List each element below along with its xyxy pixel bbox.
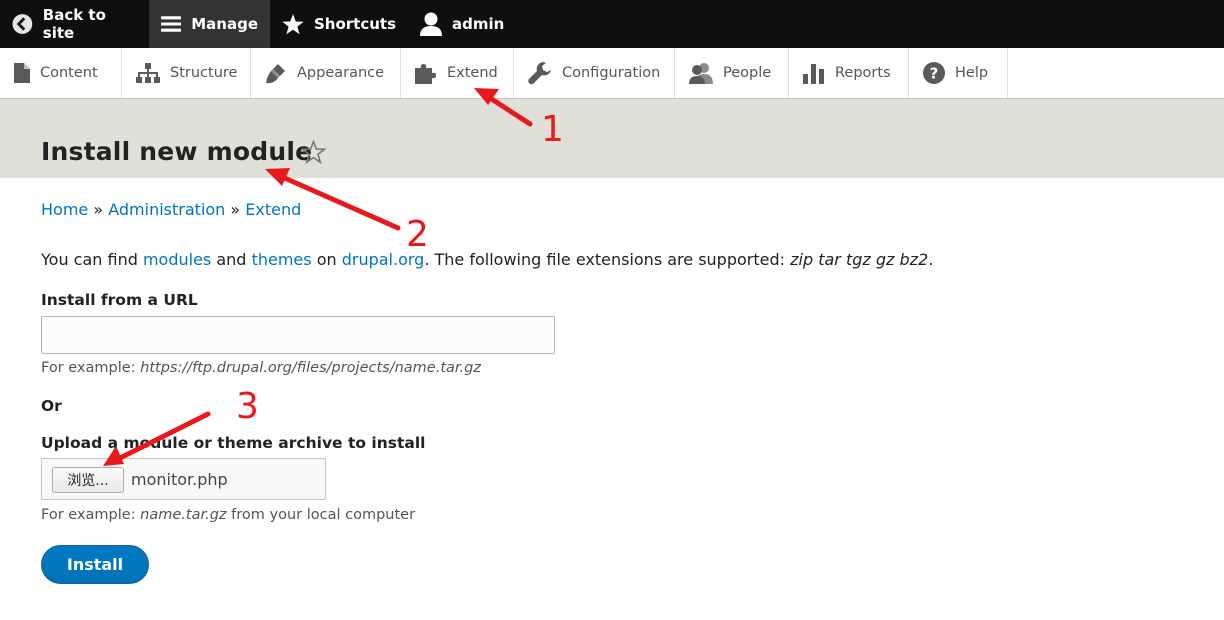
url-description: For example: https://ftp.drupal.org/file…	[41, 360, 481, 376]
tray-item-extend[interactable]: Extend	[401, 48, 514, 98]
intro-suffix: . The following file extensions are supp…	[424, 250, 786, 269]
upload-example-suffix: from your local computer	[231, 507, 416, 523]
tray-item-configuration[interactable]: Configuration	[514, 48, 675, 98]
breadcrumb-administration[interactable]: Administration	[108, 200, 225, 219]
upload-example-prefix: For example:	[41, 507, 136, 523]
install-button[interactable]: Install	[41, 545, 149, 584]
breadcrumb-home[interactable]: Home	[41, 200, 88, 219]
manage-tab[interactable]: Manage	[149, 0, 270, 48]
browse-button[interactable]: 浏览...	[52, 467, 124, 493]
structure-icon	[136, 63, 160, 83]
file-upload-field[interactable]: 浏览... monitor.php	[41, 458, 326, 500]
page-title: Install new module	[41, 137, 313, 166]
file-icon	[14, 63, 30, 83]
puzzle-icon	[415, 64, 436, 84]
tray-item-appearance[interactable]: Appearance	[251, 48, 401, 98]
help-icon: ?	[923, 62, 945, 84]
user-tab[interactable]: admin	[408, 0, 516, 48]
tray-item-label: Appearance	[297, 65, 385, 81]
add-shortcut-star-icon[interactable]	[301, 140, 326, 164]
intro-prefix: You can find	[41, 250, 138, 269]
hamburger-menu-icon	[161, 16, 182, 32]
url-example-prefix: For example:	[41, 360, 136, 376]
tray-item-label: Configuration	[562, 65, 661, 81]
intro-on: on	[316, 250, 337, 269]
tray-item-label: Reports	[835, 65, 891, 81]
breadcrumb: Home » Administration » Extend	[41, 200, 301, 219]
annotation-number-3: 3	[236, 386, 259, 427]
url-input[interactable]	[41, 316, 555, 354]
or-separator: Or	[41, 397, 62, 415]
themes-link[interactable]: themes	[252, 250, 312, 269]
upload-example: name.tar.gz	[140, 507, 227, 523]
shortcuts-tab[interactable]: Shortcuts	[270, 0, 408, 48]
breadcrumb-separator: »	[230, 200, 241, 219]
bar-chart-icon	[803, 64, 824, 84]
url-example: https://ftp.drupal.org/files/projects/na…	[140, 360, 481, 376]
intro-and: and	[216, 250, 247, 269]
back-to-site-link[interactable]: Back to site	[0, 0, 149, 48]
tray-item-people[interactable]: People	[675, 48, 789, 98]
breadcrumb-separator: »	[93, 200, 104, 219]
supported-extensions: zip tar tgz gz bz2	[790, 250, 929, 269]
tray-item-structure[interactable]: Structure	[122, 48, 251, 98]
tray-item-label: Content	[40, 65, 98, 81]
tray-item-reports[interactable]: Reports	[789, 48, 909, 98]
url-field-label: Install from a URL	[41, 291, 198, 309]
tray-item-label: Structure	[170, 65, 238, 81]
tray-item-label: Help	[955, 65, 989, 81]
shortcuts-label: Shortcuts	[313, 15, 396, 33]
admin-menu-tray: Content Structure Appearance Extend Conf…	[0, 48, 1224, 99]
paintbrush-icon	[266, 64, 285, 84]
user-label: admin	[452, 15, 505, 33]
upload-field-label: Upload a module or theme archive to inst…	[41, 434, 426, 452]
back-arrow-icon	[12, 14, 33, 34]
tray-item-content[interactable]: Content	[0, 48, 122, 98]
svg-text:?: ?	[930, 65, 939, 83]
modules-link[interactable]: modules	[143, 250, 211, 269]
star-icon	[282, 13, 304, 34]
user-icon	[420, 12, 442, 36]
intro-text: You can find modules and themes on drupa…	[41, 250, 933, 269]
breadcrumb-extend[interactable]: Extend	[245, 200, 301, 219]
upload-description: For example: name.tar.gz from your local…	[41, 507, 415, 523]
manage-label: Manage	[191, 15, 258, 33]
people-icon	[689, 63, 713, 84]
tray-item-label: Extend	[447, 65, 498, 81]
intro-end: .	[928, 250, 934, 269]
admin-toolbar: Back to site Manage Shortcuts admin	[0, 0, 1224, 48]
page-header: Install new module	[0, 99, 1224, 178]
selected-file-name: monitor.php	[131, 470, 228, 489]
annotation-number-2: 2	[406, 214, 429, 255]
annotation-number-1: 1	[541, 109, 564, 150]
tray-item-help[interactable]: ? Help	[909, 48, 1008, 98]
tray-item-label: People	[723, 65, 772, 81]
back-to-site-label: Back to site	[42, 6, 106, 42]
wrench-icon	[528, 62, 551, 85]
